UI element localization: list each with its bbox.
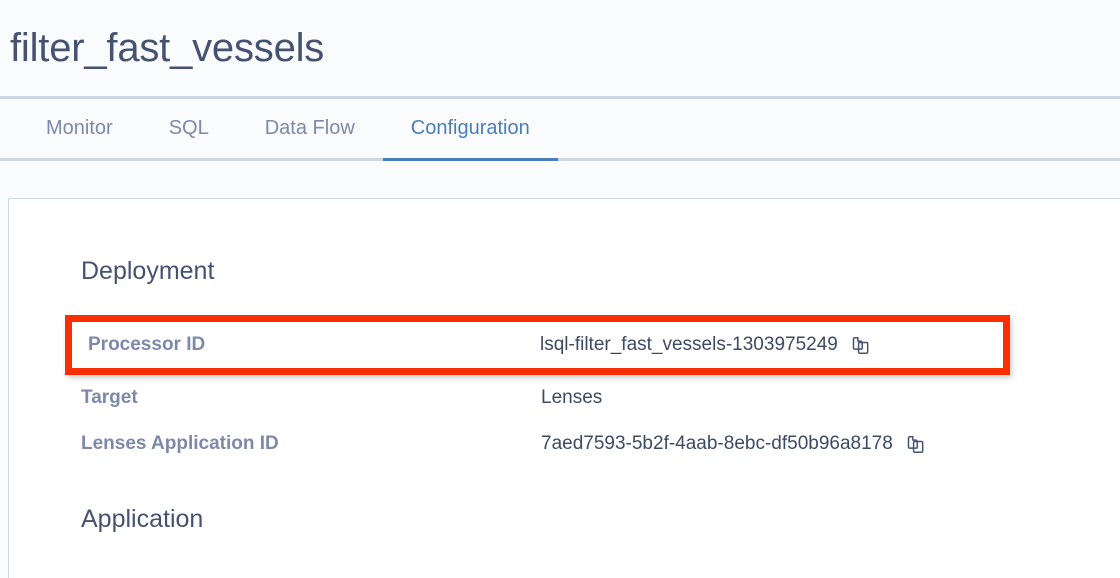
row-value: lsql-filter_fast_vessels-1303975249 [540,334,838,355]
tab-label: SQL [168,117,209,139]
tab-sql[interactable]: SQL [141,99,237,158]
tab-data-flow[interactable]: Data Flow [237,99,383,158]
row-target: Target Lenses [73,375,1073,421]
page-header: filter_fast_vessels [0,0,1120,96]
row-value-group: Lenses [541,387,602,409]
row-value: 7aed7593-5b2f-4aab-8ebc-df50b96a8178 [541,433,893,454]
tab-monitor[interactable]: Monitor [18,99,141,158]
tab-bar: Monitor SQL Data Flow Configuration [0,96,1120,161]
row-value-group: 7aed7593-5b2f-4aab-8ebc-df50b96a8178 [541,433,926,455]
row-label: Processor ID [88,334,206,355]
page-title: filter_fast_vessels [10,26,325,70]
copy-icon[interactable] [905,434,926,455]
row-lenses-application-id: Lenses Application ID 7aed7593-5b2f-4aab… [73,421,1073,467]
copy-icon[interactable] [850,335,871,356]
row-processor-id: Processor ID lsql-filter_fast_vessels-13… [65,315,1010,375]
tab-label: Data Flow [264,117,355,139]
tab-label: Monitor [46,117,113,139]
section-title-deployment: Deployment [81,257,215,285]
section-title-application: Application [81,505,204,533]
row-value-group: lsql-filter_fast_vessels-1303975249 [540,334,871,356]
row-value: Lenses [541,387,603,408]
content-area: Deployment Processor ID lsql-filter_fast… [0,161,1120,578]
tab-configuration[interactable]: Configuration [382,99,558,161]
row-label: Target [81,387,138,408]
tab-label: Configuration [410,117,530,139]
tab-list: Monitor SQL Data Flow Configuration [0,99,1120,161]
configuration-card: Deployment Processor ID lsql-filter_fast… [8,198,1120,578]
row-label: Lenses Application ID [81,433,279,454]
deployment-rows: Processor ID lsql-filter_fast_vessels-13… [65,315,1073,467]
